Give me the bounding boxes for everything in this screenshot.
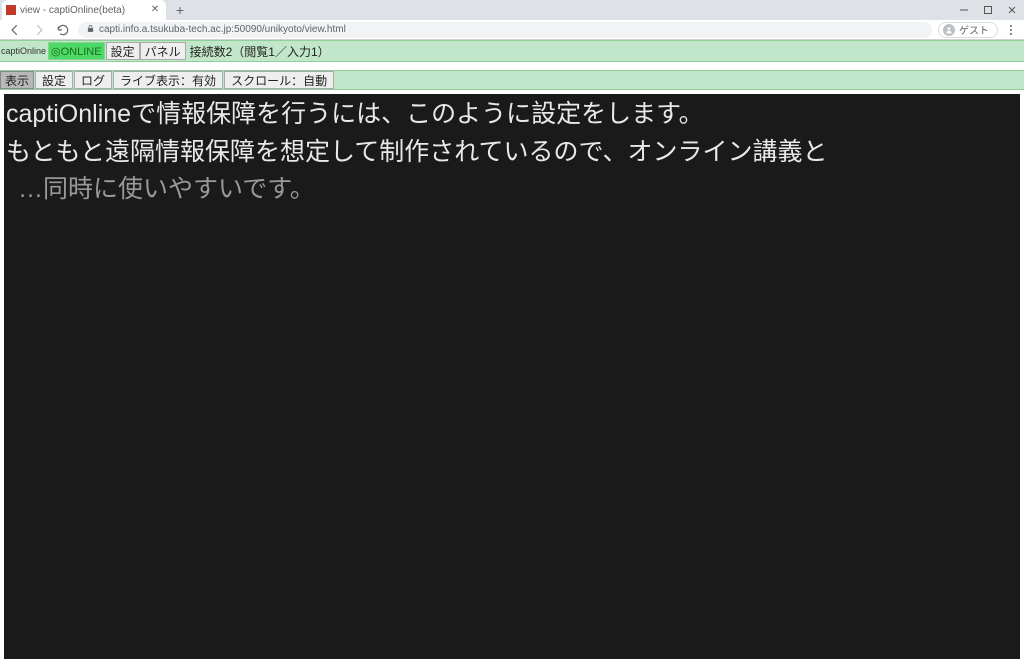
browser-tab[interactable]: view - captiOnline(beta) ✕ xyxy=(2,0,166,20)
caption-line: captiOnlineで情報保障を行うには、このように設定をします。 xyxy=(6,96,1018,134)
log-button[interactable]: ログ xyxy=(74,71,112,89)
window-close-button[interactable] xyxy=(1000,0,1024,20)
lock-icon xyxy=(86,24,95,35)
address-bar[interactable]: capti.info.a.tsukuba-tech.ac.jp:50090/un… xyxy=(78,22,932,38)
window-maximize-button[interactable] xyxy=(976,0,1000,20)
browser-tabstrip: view - captiOnline(beta) ✕ + xyxy=(0,0,1024,20)
profile-label: ゲスト xyxy=(959,22,989,37)
connection-status: 接続数2（閲覧1／入力1） xyxy=(186,43,334,60)
new-tab-button[interactable]: + xyxy=(170,0,190,20)
profile-chip[interactable]: ゲスト xyxy=(938,22,998,38)
online-status-chip: ◎ONLINE xyxy=(48,42,105,60)
settings-button[interactable]: 設定 xyxy=(106,42,140,60)
caption-line: もともと遠隔情報保障を想定して制作されているので、オンライン講義と xyxy=(6,134,1018,172)
nav-reload-button[interactable] xyxy=(54,21,72,39)
window-minimize-button[interactable] xyxy=(952,0,976,20)
nav-forward-button[interactable] xyxy=(30,21,48,39)
close-tab-icon[interactable]: ✕ xyxy=(150,5,160,15)
view-toggle-button[interactable]: 表示 xyxy=(0,71,34,89)
panel-button[interactable]: パネル xyxy=(140,42,186,60)
avatar-icon xyxy=(943,24,955,36)
app-header-bar: captiOnline ◎ONLINE 設定 パネル 接続数2（閲覧1／入力1） xyxy=(0,40,1024,62)
favicon-icon xyxy=(6,5,16,15)
tab-title: view - captiOnline(beta) xyxy=(20,5,146,16)
browser-menu-button[interactable] xyxy=(1004,25,1018,35)
browser-toolbar: capti.info.a.tsukuba-tech.ac.jp:50090/un… xyxy=(0,20,1024,40)
live-display-button[interactable]: ライブ表示：有効 xyxy=(113,71,223,89)
app-toolbar: 表示 設定 ログ ライブ表示：有効 スクロール：自動 xyxy=(0,70,1024,90)
caption-display: captiOnlineで情報保障を行うには、このように設定をします。 もともと遠… xyxy=(4,94,1020,659)
spacer xyxy=(0,62,1024,70)
app-brand: captiOnline xyxy=(0,46,47,56)
nav-back-button[interactable] xyxy=(6,21,24,39)
url-text: capti.info.a.tsukuba-tech.ac.jp:50090/un… xyxy=(99,24,346,35)
scroll-mode-button[interactable]: スクロール：自動 xyxy=(224,71,334,89)
caption-line-typing: …同時に使いやすいです。 xyxy=(6,171,1018,209)
settings-toggle-button[interactable]: 設定 xyxy=(35,71,73,89)
